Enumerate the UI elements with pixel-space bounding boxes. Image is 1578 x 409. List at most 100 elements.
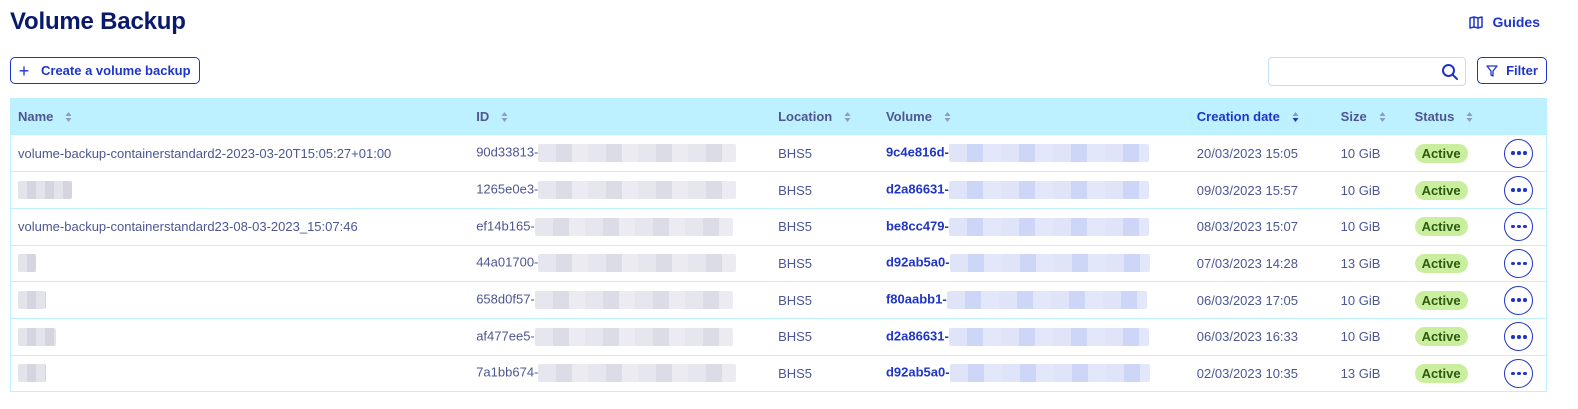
redacted-volume [949,364,1150,383]
redacted-id [538,254,737,273]
status-badge: Active [1414,363,1468,383]
redacted-id [534,327,733,346]
book-icon [1468,16,1483,29]
column-header-location[interactable]: Location [771,98,879,135]
filter-button[interactable]: Filter [1477,57,1547,84]
redacted-id [538,181,737,200]
creation-date: 09/03/2023 15:57 [1196,182,1299,198]
volume-link[interactable]: d2a86631- [886,181,949,196]
more-icon [1511,188,1515,192]
table-row: 44a01700- BHS5 d92ab5a0- 07/03/2023 14:2… [10,245,1547,282]
volume-link[interactable]: 9c4e816d- [886,145,949,160]
redacted-name [18,291,46,310]
sort-icon[interactable] [844,111,851,123]
volume-backup-table: Name ID Location Volume Creation date Si… [10,98,1547,393]
creation-date: 08/03/2023 15:07 [1196,219,1299,235]
backup-location: BHS5 [778,219,813,235]
column-header-actions [1497,98,1546,135]
column-header-size[interactable]: Size [1334,98,1408,135]
backup-size: 10 GiB [1340,219,1381,235]
sort-icon[interactable] [501,111,508,123]
search-icon[interactable] [1441,63,1459,81]
volume-link[interactable]: d92ab5a0- [886,365,950,380]
backup-size: 13 GiB [1340,365,1381,381]
filter-label: Filter [1506,63,1538,78]
backup-size: 13 GiB [1340,255,1381,271]
more-icon [1511,298,1515,302]
redacted-volume [948,181,1149,200]
guides-link[interactable]: Guides [1468,14,1540,30]
backup-size: 10 GiB [1340,145,1381,161]
row-actions-button[interactable] [1504,138,1534,168]
column-header-status[interactable]: Status [1408,98,1498,135]
table-row: 7a1bb674- BHS5 d92ab5a0- 02/03/2023 10:3… [10,355,1547,392]
creation-date: 02/03/2023 10:35 [1196,365,1299,381]
redacted-volume [946,291,1147,310]
search-field[interactable] [1268,57,1466,86]
sort-icon[interactable] [65,111,72,123]
row-actions-button[interactable] [1504,285,1534,315]
backup-location: BHS5 [778,145,813,161]
table-row: af477ee5- BHS5 d2a86631- 06/03/2023 16:3… [10,318,1547,356]
row-actions-button[interactable] [1504,248,1534,278]
backup-id: 658d0f57- [476,291,535,307]
row-actions-button[interactable] [1504,322,1534,352]
redacted-id [538,364,737,383]
backup-id: 7a1bb674- [476,364,539,380]
more-icon [1511,224,1515,229]
backup-location: BHS5 [778,292,813,308]
page-title: Volume Backup [10,8,186,35]
column-header-volume[interactable]: Volume [879,98,1190,135]
row-actions-button[interactable] [1504,358,1534,388]
redacted-name [18,364,46,383]
backup-id: 1265e0e3- [476,181,539,197]
row-actions-button[interactable] [1504,175,1534,205]
redacted-id [534,291,733,310]
redacted-id [538,144,737,163]
volume-link[interactable]: f80aabb1- [886,292,947,307]
redacted-volume [949,254,1150,273]
status-badge: Active [1414,180,1468,200]
column-header-id[interactable]: ID [469,98,771,135]
plus-icon: + [18,60,30,81]
row-actions-button[interactable] [1504,212,1534,242]
backup-size: 10 GiB [1340,329,1381,345]
filter-icon [1486,64,1498,77]
creation-date: 07/03/2023 14:28 [1196,255,1299,271]
status-badge: Active [1414,290,1468,310]
volume-link[interactable]: d92ab5a0- [886,255,950,270]
guides-label: Guides [1492,14,1540,30]
table-row: volume-backup-containerstandard2-2023-03… [10,135,1547,172]
volume-link[interactable]: d2a86631- [886,328,949,343]
column-header-creation-date[interactable]: Creation date [1190,98,1334,135]
redacted-name [18,181,72,200]
redacted-name [18,254,36,273]
table-header-row: Name ID Location Volume Creation date Si… [10,98,1547,135]
creation-date: 20/03/2023 15:05 [1196,145,1299,161]
backup-size: 10 GiB [1340,292,1381,308]
sort-icon[interactable] [1379,111,1386,123]
backup-id: 44a01700- [476,254,539,270]
backup-location: BHS5 [778,365,813,381]
redacted-volume [948,217,1149,236]
status-badge: Active [1414,253,1468,273]
more-icon [1511,261,1515,266]
volume-link[interactable]: be8cc479- [886,218,949,233]
backup-name: volume-backup-containerstandard2-2023-03… [18,145,392,161]
status-badge: Active [1414,143,1468,163]
backup-location: BHS5 [778,182,813,198]
search-input[interactable] [1269,58,1429,85]
create-volume-backup-button[interactable]: + Create a volume backup [10,57,200,84]
backup-size: 10 GiB [1340,182,1381,198]
creation-date: 06/03/2023 17:05 [1196,292,1299,308]
status-badge: Active [1414,217,1468,237]
more-icon [1511,335,1515,339]
table-row: 658d0f57- BHS5 f80aabb1- 06/03/2023 17:0… [10,282,1547,319]
sort-icon[interactable] [1466,111,1473,123]
sort-icon[interactable] [944,111,951,123]
column-header-name[interactable]: Name [11,98,470,135]
redacted-volume [948,144,1149,163]
table-row: 1265e0e3- BHS5 d2a86631- 09/03/2023 15:5… [10,172,1547,209]
status-badge: Active [1414,327,1468,347]
sort-active-icon[interactable] [1292,111,1299,123]
